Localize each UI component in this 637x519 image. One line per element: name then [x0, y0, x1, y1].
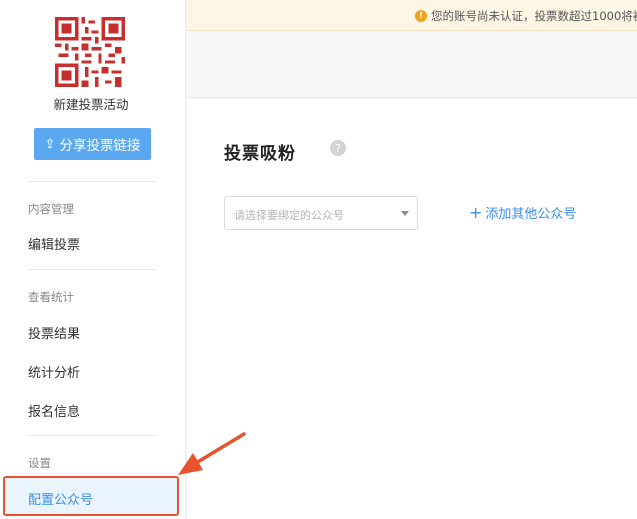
- add-other-account-link[interactable]: + 添加其他公众号: [469, 203, 576, 222]
- sidebar-divider: [28, 435, 156, 436]
- sidebar-item-analysis[interactable]: 统计分析: [28, 362, 80, 381]
- header-band: [187, 32, 637, 98]
- notice-bar: ! 您的账号尚未认证，投票数超过1000将被: [187, 0, 637, 31]
- caret-down-icon: [401, 211, 409, 216]
- plus-icon: +: [469, 202, 483, 222]
- account-select[interactable]: 请选择要绑定的公众号: [224, 196, 418, 230]
- qr-code-image: [55, 17, 125, 87]
- group-title-statistics: 查看统计: [28, 290, 74, 304]
- group-title-settings: 设置: [28, 456, 51, 470]
- account-select-placeholder: 请选择要绑定的公众号: [234, 209, 344, 222]
- help-icon[interactable]: ?: [330, 140, 346, 156]
- main-content: 投票吸粉 ? 请选择要绑定的公众号 + 添加其他公众号: [187, 99, 637, 519]
- sidebar-item-edit-vote[interactable]: 编辑投票: [28, 234, 80, 253]
- group-title-content: 内容管理: [28, 202, 74, 216]
- page-title: 投票吸粉: [224, 144, 296, 164]
- sidebar-item-vote-results[interactable]: 投票结果: [28, 323, 80, 342]
- sidebar-divider: [28, 181, 156, 182]
- share-vote-link-button[interactable]: ⇪ 分享投票链接: [34, 128, 151, 160]
- share-button-label: 分享投票链接: [59, 138, 141, 154]
- sidebar: 新建投票活动 ⇪ 分享投票链接 内容管理 编辑投票 查看统计 投票结果 统计分析…: [0, 0, 186, 519]
- sidebar-divider: [28, 269, 156, 270]
- notice-text: 您的账号尚未认证，投票数超过1000将被: [431, 9, 637, 23]
- share-icon: ⇪: [44, 136, 56, 152]
- warning-icon: !: [415, 10, 427, 22]
- qr-caption: 新建投票活动: [53, 97, 129, 112]
- app-page: 新建投票活动 ⇪ 分享投票链接 内容管理 编辑投票 查看统计 投票结果 统计分析…: [0, 0, 637, 519]
- sidebar-item-config-account[interactable]: 配置公众号: [28, 489, 93, 508]
- sidebar-item-signup-info[interactable]: 报名信息: [28, 401, 80, 420]
- add-link-label: 添加其他公众号: [485, 207, 577, 222]
